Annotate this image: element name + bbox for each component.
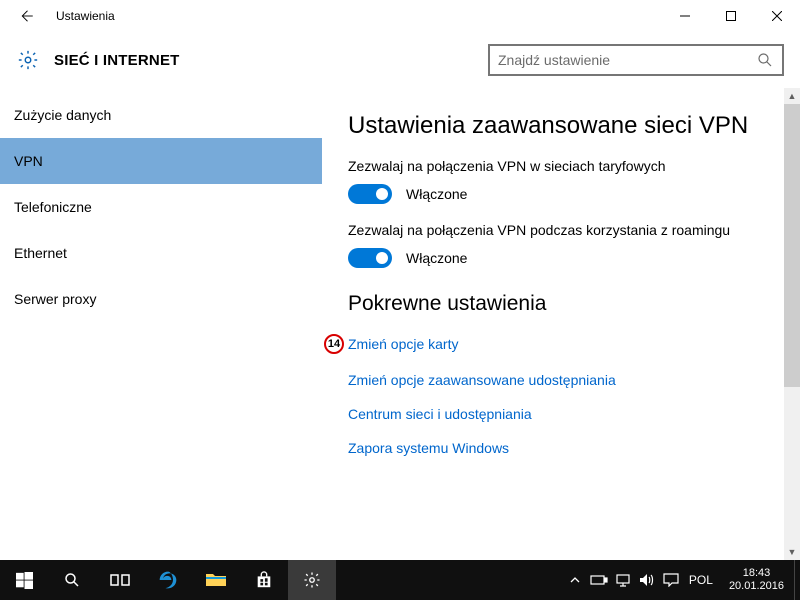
tray-network-icon[interactable] [611, 560, 635, 600]
search-box[interactable] [488, 44, 784, 76]
file-explorer-button[interactable] [192, 560, 240, 600]
search-icon [756, 51, 774, 69]
maximize-button[interactable] [708, 0, 754, 32]
sidebar-item-label: Telefoniczne [14, 199, 92, 215]
sidebar-item-label: Zużycie danych [14, 107, 111, 123]
edge-button[interactable] [144, 560, 192, 600]
folder-icon [206, 572, 226, 588]
close-icon [772, 11, 782, 21]
setting-vpn-metered: Zezwalaj na połączenia VPN w sieciach ta… [348, 158, 770, 204]
link-network-center[interactable]: Centrum sieci i udostępniania [348, 406, 770, 422]
sidebar-item-vpn[interactable]: VPN [0, 138, 322, 184]
windows-logo-icon [16, 572, 33, 589]
language-indicator[interactable]: POL [683, 573, 719, 587]
sidebar-item-dialup[interactable]: Telefoniczne [0, 184, 322, 230]
section-title: SIEĆ I INTERNET [54, 52, 180, 69]
related-heading: Pokrewne ustawienia [348, 292, 770, 316]
toggle-knob [376, 252, 388, 264]
search-input[interactable] [498, 52, 756, 68]
sidebar-item-label: Ethernet [14, 245, 67, 261]
content-area: Ustawienia zaawansowane sieci VPN Zezwal… [322, 88, 800, 560]
clock[interactable]: 18:43 20.01.2016 [719, 567, 794, 593]
scroll-down-arrow-icon[interactable]: ▼ [784, 544, 800, 560]
system-tray: POL 18:43 20.01.2016 [563, 560, 800, 600]
step-badge-icon: 14 [324, 334, 344, 354]
titlebar: Ustawienia [0, 0, 800, 32]
task-view-icon [110, 572, 130, 588]
page-heading: Ustawienia zaawansowane sieci VPN [348, 112, 770, 140]
maximize-icon [726, 11, 736, 21]
link-row-adapter-options: 14 Zmień opcje karty [324, 334, 770, 354]
setting-vpn-roaming: Zezwalaj na połączenia VPN podczas korzy… [348, 222, 770, 268]
store-button[interactable] [240, 560, 288, 600]
link-change-adapter-options[interactable]: Zmień opcje karty [348, 336, 458, 352]
back-button[interactable] [12, 2, 40, 30]
sidebar-item-proxy[interactable]: Serwer proxy [0, 276, 322, 322]
minimize-button[interactable] [662, 0, 708, 32]
scroll-up-arrow-icon[interactable]: ▲ [784, 88, 800, 104]
settings-taskbar-button[interactable] [288, 560, 336, 600]
link-windows-firewall[interactable]: Zapora systemu Windows [348, 440, 770, 456]
related-links: 14 Zmień opcje karty Zmień opcje zaawans… [348, 334, 770, 456]
link-advanced-sharing[interactable]: Zmień opcje zaawansowane udostępniania [348, 372, 770, 388]
taskbar: POL 18:43 20.01.2016 [0, 560, 800, 600]
window-controls [662, 0, 800, 32]
setting-label: Zezwalaj na połączenia VPN podczas korzy… [348, 222, 770, 238]
sidebar-item-label: VPN [14, 153, 43, 169]
search-icon [63, 571, 81, 589]
scroll-thumb[interactable] [784, 104, 800, 387]
arrow-left-icon [17, 7, 35, 25]
search-button[interactable] [48, 560, 96, 600]
header: SIEĆ I INTERNET [0, 32, 800, 88]
close-button[interactable] [754, 0, 800, 32]
toggle-state-label: Włączone [406, 250, 467, 266]
toggle-vpn-metered[interactable] [348, 184, 392, 204]
tray-volume-icon[interactable] [635, 560, 659, 600]
show-desktop-button[interactable] [794, 560, 800, 600]
setting-label: Zezwalaj na połączenia VPN w sieciach ta… [348, 158, 770, 174]
edge-icon [158, 570, 178, 590]
sidebar-item-data-usage[interactable]: Zużycie danych [0, 92, 322, 138]
sidebar-item-ethernet[interactable]: Ethernet [0, 230, 322, 276]
vertical-scrollbar[interactable]: ▲ ▼ [784, 88, 800, 560]
toggle-vpn-roaming[interactable] [348, 248, 392, 268]
toggle-knob [376, 188, 388, 200]
body: Zużycie danych VPN Telefoniczne Ethernet… [0, 88, 800, 560]
settings-gear-icon [16, 48, 40, 72]
tray-chevron-up-icon[interactable] [563, 560, 587, 600]
toggle-state-label: Włączone [406, 186, 467, 202]
clock-time: 18:43 [729, 567, 784, 580]
window-title: Ustawienia [56, 9, 115, 23]
tray-action-center-icon[interactable] [659, 560, 683, 600]
sidebar-item-label: Serwer proxy [14, 291, 96, 307]
start-button[interactable] [0, 560, 48, 600]
store-icon [255, 571, 273, 589]
sidebar: Zużycie danych VPN Telefoniczne Ethernet… [0, 88, 322, 560]
clock-date: 20.01.2016 [729, 580, 784, 593]
gear-icon [303, 571, 321, 589]
tray-battery-icon[interactable] [587, 560, 611, 600]
task-view-button[interactable] [96, 560, 144, 600]
minimize-icon [680, 11, 690, 21]
